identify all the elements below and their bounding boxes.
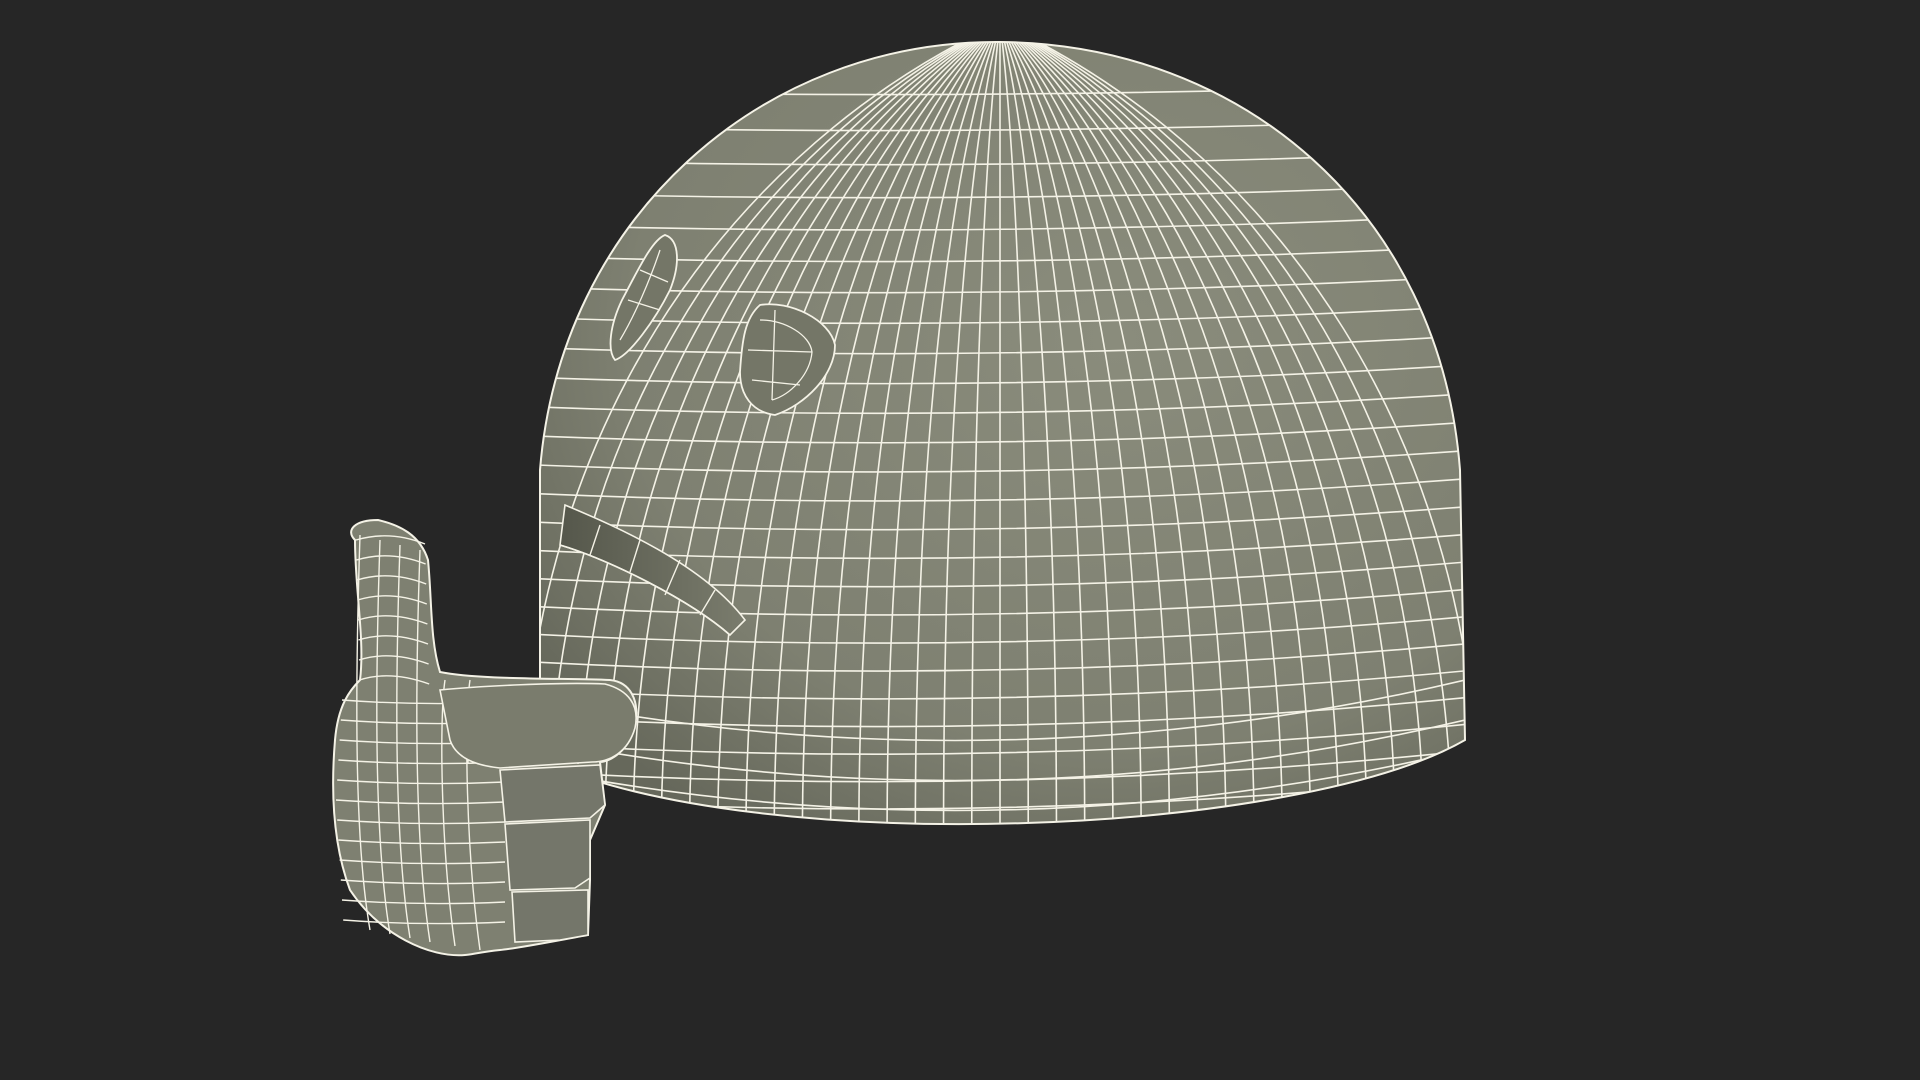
- dome-surface: [539, 40, 1467, 826]
- pinky-finger: [511, 889, 589, 943]
- render-viewport: [0, 0, 1920, 1080]
- middle-finger: [499, 764, 606, 823]
- wireframe-render: [332, 40, 1467, 957]
- dome-head: [539, 40, 1467, 826]
- index-finger: [439, 682, 637, 769]
- ring-finger: [504, 819, 591, 891]
